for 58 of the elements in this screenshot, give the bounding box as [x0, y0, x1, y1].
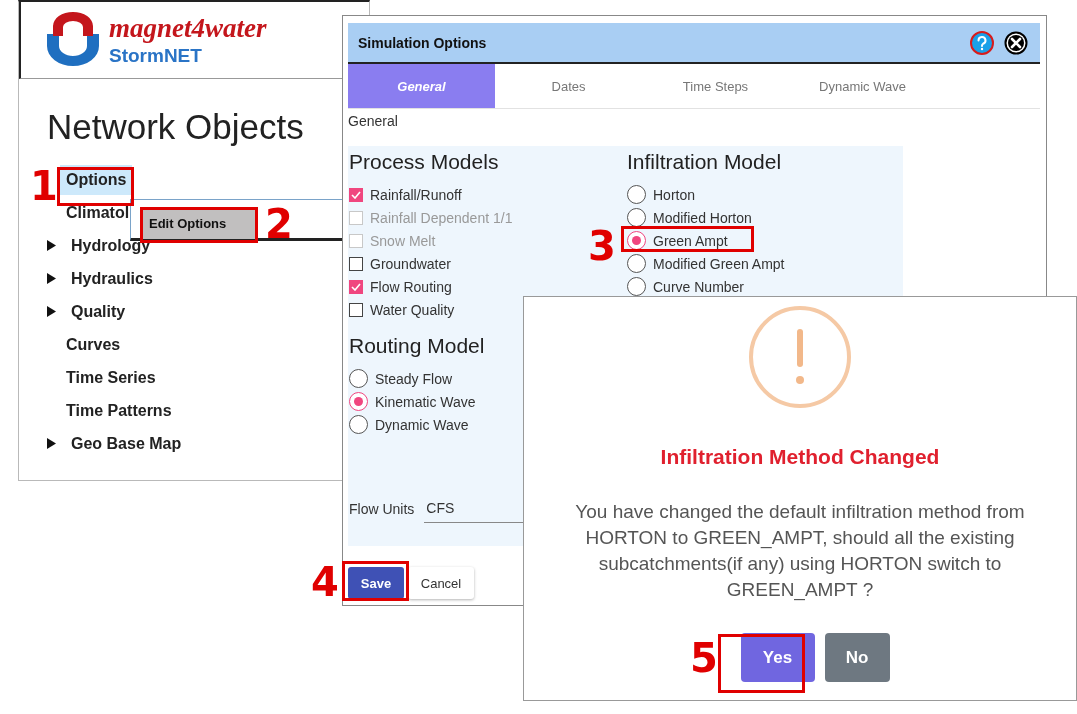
step-number: 2 [265, 204, 293, 244]
tree-item[interactable]: Quality [65, 296, 132, 327]
option-label: Groundwater [370, 255, 451, 272]
option-label: Horton [653, 186, 696, 203]
checkbox[interactable] [349, 256, 363, 271]
close-icon[interactable] [1004, 30, 1028, 55]
cancel-button[interactable]: Cancel [408, 567, 474, 599]
step-number: 3 [588, 226, 616, 266]
option-label: Rainfall Dependent 1/1 [370, 209, 513, 226]
checkbox[interactable] [349, 302, 363, 317]
option-label: Flow Routing [370, 278, 452, 295]
option-label: Rainfall/Runoff [370, 186, 462, 203]
section-label: General [348, 113, 399, 129]
radio-button[interactable] [627, 254, 646, 273]
product-name: StormNET [109, 46, 203, 65]
radio-button[interactable] [627, 277, 646, 296]
alert-title: Infiltration Method Changed [660, 445, 940, 469]
option-label: Green Ampt [653, 232, 728, 249]
tree-item[interactable]: Time Series [60, 362, 162, 393]
no-button[interactable]: No [824, 633, 890, 682]
group-heading: Process Models [349, 150, 500, 174]
field-label: Flow Units [349, 501, 415, 519]
tree-item[interactable]: Options [60, 164, 133, 195]
checkbox[interactable] [349, 187, 363, 202]
window-title: Simulation Options [358, 34, 488, 51]
step-number: 1 [30, 166, 58, 206]
save-button[interactable]: Save [348, 567, 404, 599]
tree-item[interactable]: Time Patterns [60, 395, 178, 426]
tab[interactable]: Time Steps [642, 64, 789, 108]
group-heading: Routing Model [349, 334, 486, 358]
tree-item[interactable]: Geo Base Map [65, 428, 188, 459]
option-label: Steady Flow [375, 370, 453, 387]
radio-button[interactable] [349, 369, 368, 388]
help-icon[interactable] [970, 30, 994, 55]
option-label: Dynamic Wave [375, 416, 469, 433]
tab[interactable]: Dynamic Wave [789, 64, 936, 108]
step-number: 5 [690, 638, 718, 678]
brand-name: magnet4water [109, 15, 267, 42]
yes-button[interactable]: Yes [740, 633, 815, 682]
step-number: 4 [311, 562, 339, 602]
radio-button[interactable] [627, 185, 646, 204]
panel-title: Network Objects [47, 107, 304, 147]
option-label: Snow Melt [370, 232, 436, 249]
warning-icon [748, 305, 852, 409]
option-label: Kinematic Wave [375, 393, 476, 410]
alert-message: You have changed the default infiltration method from HORTON to GREEN_AMPT, should all the existing subcatchments(if any) using HORTON switch to GREEN_AMPT ? [574, 500, 1026, 603]
tab[interactable]: Dates [495, 64, 642, 108]
checkbox[interactable] [349, 279, 363, 294]
group-heading: Infiltration Model [627, 150, 783, 174]
tree-item[interactable]: Hydraulics [65, 263, 159, 294]
tree-item[interactable]: Curves [60, 329, 127, 360]
option-label: Modified Horton [653, 209, 752, 226]
highlight-frame [342, 561, 409, 601]
option-label: Modified Green Ampt [653, 255, 785, 272]
radio-button[interactable] [349, 415, 368, 434]
option-label: Water Quality [370, 301, 455, 318]
option-label: Curve Number [653, 278, 745, 295]
radio-button[interactable] [349, 392, 368, 411]
